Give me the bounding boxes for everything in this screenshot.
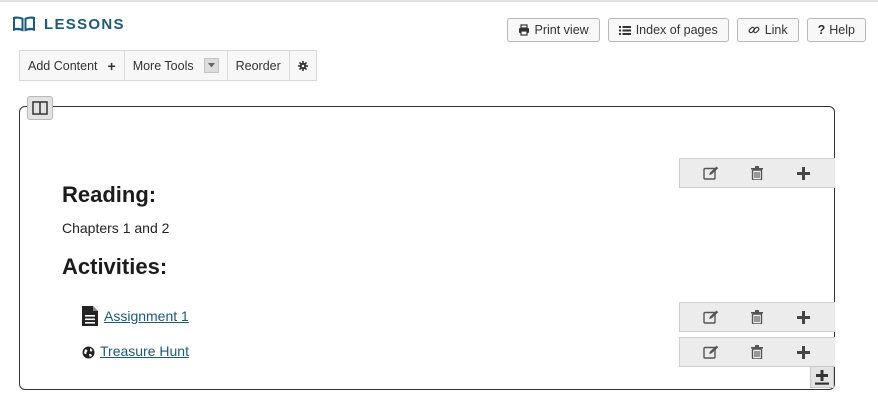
list-item: Assignment 1 <box>82 306 189 326</box>
edit-icon <box>703 166 719 180</box>
item-action-bar <box>679 302 835 332</box>
link-label: Link <box>764 23 788 37</box>
plus-icon: + <box>107 57 116 74</box>
add-item-button[interactable] <box>789 306 819 328</box>
more-tools-dropdown[interactable]: More Tools <box>125 51 228 80</box>
plus-icon <box>797 345 811 359</box>
trash-icon <box>751 310 764 324</box>
reorder-label: Reorder <box>235 58 281 73</box>
more-tools-label: More Tools <box>132 58 194 73</box>
plus-icon <box>797 166 811 180</box>
list-item: Treasure Hunt <box>82 342 189 359</box>
link-icon <box>748 26 760 34</box>
delete-button[interactable] <box>742 162 772 184</box>
page-title: LESSONS <box>44 15 125 33</box>
page-actions: Print view Index of pages Link ? Help <box>506 18 866 42</box>
print-view-label: Print view <box>534 23 589 37</box>
question-icon: ? <box>817 23 826 37</box>
reorder-button[interactable]: Reorder <box>228 51 290 80</box>
index-of-pages-button[interactable]: Index of pages <box>607 18 729 42</box>
reading-heading: Reading: <box>62 182 157 207</box>
edit-icon <box>703 310 719 324</box>
add-item-button[interactable] <box>789 162 819 184</box>
trash-icon <box>751 166 764 180</box>
book-icon <box>12 14 36 34</box>
print-icon <box>518 24 529 36</box>
plus-icon <box>797 310 811 324</box>
delete-button[interactable] <box>742 306 772 328</box>
add-section-button[interactable] <box>810 366 834 388</box>
assignment-link[interactable]: Assignment 1 <box>104 308 189 324</box>
edit-icon <box>703 345 719 359</box>
help-button[interactable]: ? Help <box>806 18 866 42</box>
item-action-bar <box>679 337 835 367</box>
lesson-toolbar: Add Content + More Tools Reorder <box>19 50 317 81</box>
activities-heading: Activities: <box>62 254 168 279</box>
treasure-hunt-link[interactable]: Treasure Hunt <box>100 343 189 359</box>
columns-icon <box>32 101 48 115</box>
edit-button[interactable] <box>696 306 726 328</box>
document-icon <box>82 306 98 326</box>
help-label: Help <box>829 23 855 37</box>
link-button[interactable]: Link <box>736 18 799 42</box>
print-view-button[interactable]: Print view <box>506 18 600 42</box>
reading-text: Chapters 1 and 2 <box>62 220 170 236</box>
add-content-button[interactable]: Add Content + <box>20 51 125 80</box>
top-divider <box>0 0 878 2</box>
edit-button[interactable] <box>696 162 726 184</box>
trash-icon <box>751 345 764 359</box>
chevron-down-icon <box>203 58 219 73</box>
column-layout-button[interactable] <box>27 96 53 120</box>
add-below-icon <box>815 369 829 385</box>
globe-icon <box>82 346 95 359</box>
edit-button[interactable] <box>696 341 726 363</box>
index-of-pages-label: Index of pages <box>635 23 718 37</box>
page-header: LESSONS <box>12 14 125 34</box>
section-action-bar <box>679 158 835 188</box>
add-item-button[interactable] <box>789 341 819 363</box>
delete-button[interactable] <box>742 341 772 363</box>
settings-button[interactable] <box>290 51 316 80</box>
gear-icon <box>297 60 308 71</box>
add-content-label: Add Content <box>28 58 98 73</box>
list-icon <box>618 25 631 35</box>
